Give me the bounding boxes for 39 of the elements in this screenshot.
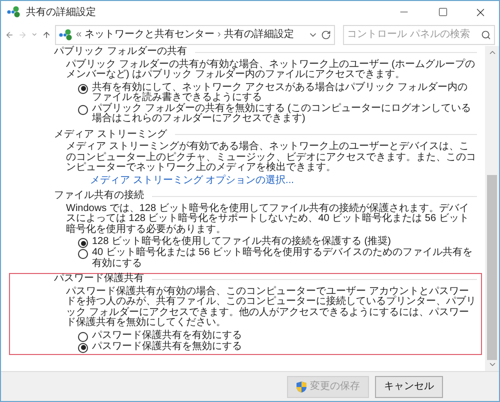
network-icon [7, 6, 21, 18]
section-description: パブリック フォルダーの共有が有効な場合、ネットワーク上のユーザー (ホームグループのメンバーなど) はパブリック フォルダー内のファイルにアクセスできます。 [65, 60, 476, 80]
window-title: 共有の詳細設定 [26, 6, 96, 20]
radio-label[interactable]: パブリック フォルダーの共有を無効にする (このコンピューターにログオンしている場合はこれらのフォルダーにアクセスできます) [92, 104, 477, 124]
radio-button[interactable] [78, 249, 88, 259]
refresh-icon[interactable] [320, 30, 331, 40]
radio-label[interactable]: パスワード保護共有を無効にする [92, 342, 242, 352]
radio-button[interactable] [78, 332, 88, 342]
scroll-down-icon[interactable] [488, 360, 496, 369]
scroll-up-icon[interactable] [488, 48, 496, 57]
radio-label[interactable]: パスワード保護共有を有効にする [92, 330, 242, 341]
search-field[interactable]: コントロール パネルの検索 [342, 24, 495, 44]
radio-label[interactable]: 共有を有効にして、ネットワーク アクセスがある場合はパブリック フォルダー内のファイルを読み書きできるようにする [92, 82, 477, 104]
search-icon [480, 30, 491, 40]
section-heading: メディア ストリーミング [54, 130, 167, 140]
cancel-button[interactable]: キャンセル [375, 376, 443, 398]
radio-label[interactable]: 128 ビット暗号化を使用してファイル共有の接続を保護する (推奨) [92, 237, 391, 248]
section-heading: ファイル共有の接続 [54, 191, 144, 202]
network-icon [58, 28, 73, 40]
breadcrumb-separator: › [218, 28, 221, 42]
scroll-thumb[interactable] [487, 175, 497, 360]
breadcrumb-item[interactable]: ネットワークと共有センター [84, 27, 215, 42]
options-link[interactable]: メディア ストリーミング オプションの選択... [90, 176, 294, 186]
scrollbar[interactable] [485, 46, 499, 371]
maximize-icon[interactable] [438, 7, 448, 17]
address-bar[interactable]: « ネットワークと共有センター › 共有の詳細設定 [54, 24, 335, 44]
radio-button[interactable] [78, 104, 88, 114]
radio-label[interactable]: 40 ビット暗号化または 56 ビット暗号化を使用するデバイスのためのファイル共有を有効にする [92, 248, 477, 269]
radio-button[interactable] [78, 84, 88, 94]
section-heading: パブリック フォルダーの共有 [54, 47, 187, 58]
breadcrumb-overflow[interactable]: « [76, 27, 82, 42]
section-description: Windows では、128 ビット暗号化を使用してファイル共有の接続が保護されます。デバイスによっては 128 ビット暗号化をサポートしないため、40 ビット暗号化または 56 ビット暗号化を使用する必要があります。 [65, 204, 470, 235]
section-description: メディア ストリーミングが有効である場合、ネットワーク上のユーザーとデバイスは、このコンピューター上のピクチャ、ミュージック、ビデオにアクセスできます。また、このコンピューターでネットワーク上のメディアを検出できます。 [65, 142, 477, 174]
shield-icon [296, 380, 307, 392]
section-description: パスワード保護共有が有効の場合、このコンピューターでユーザー アカウントとパスワードを持つ人のみが、共有ファイル、このコンピューターに接続しているプリンター、パブリック フォルダーにアクセスできます。他の人がアクセスできるようにするには、パスワード保護共有を無効にしてください。 [65, 286, 477, 328]
radio-button[interactable] [78, 342, 88, 352]
breadcrumb-item[interactable]: 共有の詳細設定 [224, 27, 294, 42]
section-heading: パスワード保護共有 [54, 274, 144, 284]
radio-button[interactable] [78, 238, 88, 248]
